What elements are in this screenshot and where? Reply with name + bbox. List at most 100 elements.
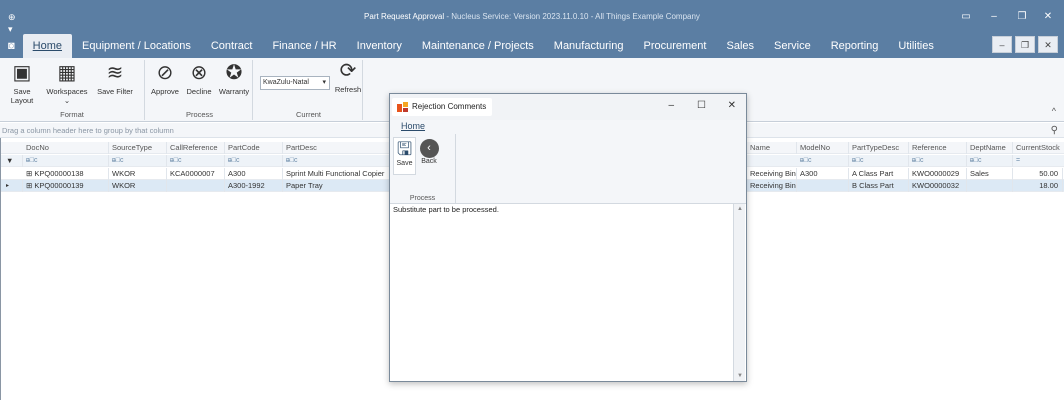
approve-label: Approve [151, 87, 179, 96]
dialog-close-button[interactable]: ✕ [728, 100, 736, 111]
close-button[interactable]: ✕ [1038, 8, 1058, 26]
save-layout-icon: ▣ [12, 62, 32, 84]
title-bar: ⊕ ▾ Part Request Approval - Nucleus Serv… [0, 0, 1064, 34]
column-header-modelno[interactable]: ModelNo [797, 142, 849, 154]
filter-docno[interactable]: ᴃ□c [23, 155, 109, 167]
menu-maintenance-projects[interactable]: Maintenance / Projects [412, 34, 544, 58]
warranty-button[interactable]: ✪ Warranty [217, 62, 251, 96]
rejection-comment-input[interactable]: Substitute part to be processed. [391, 204, 735, 381]
menu-reporting[interactable]: Reporting [821, 34, 889, 58]
filter-icon[interactable]: ▼ [3, 155, 23, 167]
column-header-deptname[interactable]: DeptName [967, 142, 1013, 154]
mdi-minimize-button[interactable]: – [992, 36, 1012, 53]
cell-sourcetype: WKOR [109, 168, 167, 180]
menu-service[interactable]: Service [764, 34, 821, 58]
column-header-parttypedesc[interactable]: PartTypeDesc [849, 142, 909, 154]
filter-parttypedesc[interactable]: ᴃ□c [849, 155, 909, 167]
menu-utilities[interactable]: Utilities [888, 34, 943, 58]
save-filter-label: Save Filter [97, 87, 133, 96]
chevron-down-icon: ▾ [322, 79, 326, 86]
dialog-ribbon: Process 🖫 Save ‹ Back [390, 134, 746, 204]
rejection-comments-dialog: Rejection Comments – ☐ ✕ Home Process 🖫 S… [389, 93, 747, 382]
dialog-menu-home[interactable]: Home [401, 121, 425, 131]
dialog-title-bar: Rejection Comments – ☐ ✕ [390, 94, 746, 120]
cell-sourcetype: WKOR [109, 180, 167, 192]
scroll-down-icon[interactable]: ▼ [737, 373, 743, 379]
filter-deptname[interactable]: ᴃ□c [967, 155, 1013, 167]
window-title-sub: - Nucleus Service: Version 2023.11.0.10 … [444, 12, 700, 21]
save-filter-icon: ≋ [106, 62, 124, 84]
column-header-partcode[interactable]: PartCode [225, 142, 283, 154]
column-header-sourcetype[interactable]: SourceType [109, 142, 167, 154]
column-header-partdesc[interactable]: PartDesc [283, 142, 391, 154]
filter-sourcetype[interactable]: ᴃ□c [109, 155, 167, 167]
scroll-up-icon[interactable]: ▲ [737, 206, 743, 212]
maximize-button[interactable]: ❐ [1012, 8, 1032, 26]
save-filter-button[interactable]: ≋ Save Filter [92, 62, 138, 96]
cell-partcode: A300-1992 [225, 180, 283, 192]
cell-docno: KPQ00000139 [34, 181, 84, 190]
decline-button[interactable]: ⊗ Decline [183, 62, 215, 96]
collapse-ribbon-icon[interactable]: ^ [1052, 106, 1056, 116]
search-icon[interactable]: ⚲ [1051, 123, 1058, 138]
filter-partdesc[interactable]: ᴃ□c [283, 155, 391, 167]
save-button[interactable]: 🖫 Save [393, 137, 416, 175]
workspaces-icon: ▦ [57, 62, 77, 84]
filter-partcode[interactable]: ᴃ□c [225, 155, 283, 167]
region-select[interactable]: KwaZulu-Natal ▾ [260, 76, 330, 90]
process-group: ⊘ Approve ⊗ Decline ✪ Warranty Process [147, 60, 253, 120]
column-header-name[interactable]: Name [747, 142, 797, 154]
cell-name: Receiving Bin [747, 180, 797, 192]
dialog-minimize-button[interactable]: – [668, 100, 674, 111]
cell-partdesc: Sprint Multi Functional Copier [283, 168, 391, 180]
approve-button[interactable]: ⊘ Approve [149, 62, 181, 96]
format-group-label: Format [60, 110, 84, 119]
filter-modelno[interactable]: ᴃ□c [797, 155, 849, 167]
warranty-icon: ✪ [225, 62, 243, 84]
dialog-menu-bar: Home [390, 120, 746, 134]
office-icon[interactable]: ◙ [0, 34, 23, 58]
cell-callreference [167, 180, 225, 192]
filter-currentstock[interactable]: = [1013, 155, 1064, 167]
save-layout-label: Save Layout [10, 87, 34, 105]
column-header-callreference[interactable]: CallReference [167, 142, 225, 154]
menu-home[interactable]: Home [22, 34, 72, 58]
filter-reference[interactable]: ᴃ□c [909, 155, 967, 167]
mdi-restore-button[interactable]: ❐ [1015, 36, 1035, 53]
dialog-maximize-button[interactable]: ☐ [697, 100, 706, 111]
cell-partdesc: Paper Tray [283, 180, 391, 192]
column-header-docno[interactable]: DocNo [23, 142, 109, 154]
menu-inventory[interactable]: Inventory [347, 34, 412, 58]
workspaces-button[interactable]: ▦ Workspaces ⌄ [46, 62, 88, 105]
refresh-button[interactable]: ⟳ Refresh [333, 60, 363, 94]
back-label: Back [421, 158, 437, 165]
restore-layout-icon[interactable]: ▭ [956, 8, 976, 26]
workspaces-label: Workspaces [46, 87, 88, 96]
chevron-down-icon: ⌄ [63, 96, 71, 105]
menu-finance-hr[interactable]: Finance / HR [262, 34, 346, 58]
save-label: Save [396, 160, 413, 167]
menu-contract[interactable]: Contract [201, 34, 263, 58]
column-header-currentstock[interactable]: CurrentStock [1013, 142, 1064, 154]
save-layout-button[interactable]: ▣ Save Layout [2, 62, 42, 105]
comment-scrollbar[interactable]: ▲ ▼ [733, 204, 745, 381]
cell-reference: KWO0000029 [909, 168, 967, 180]
menu-sales[interactable]: Sales [716, 34, 764, 58]
back-button[interactable]: ‹ Back [418, 137, 440, 175]
window-title: Part Request Approval - Nucleus Service:… [0, 12, 1064, 21]
minimize-button[interactable]: – [984, 8, 1004, 26]
menu-equipment-locations[interactable]: Equipment / Locations [72, 34, 201, 58]
region-value: KwaZulu-Natal [263, 79, 309, 86]
cell-parttypedesc: A Class Part [849, 168, 909, 180]
cell-partcode: A300 [225, 168, 283, 180]
menu-manufacturing[interactable]: Manufacturing [544, 34, 634, 58]
filter-callreference[interactable]: ᴃ□c [167, 155, 225, 167]
menu-procurement[interactable]: Procurement [634, 34, 717, 58]
cell-docno: KPQ00000138 [34, 169, 84, 178]
mdi-close-button[interactable]: ✕ [1038, 36, 1058, 53]
back-icon: ‹ [419, 139, 439, 158]
cell-name: Receiving Bin [747, 168, 797, 180]
cell-currentstock: 50.00 [1013, 168, 1063, 180]
dialog-title: Rejection Comments [412, 102, 487, 111]
column-header-reference[interactable]: Reference [909, 142, 967, 154]
